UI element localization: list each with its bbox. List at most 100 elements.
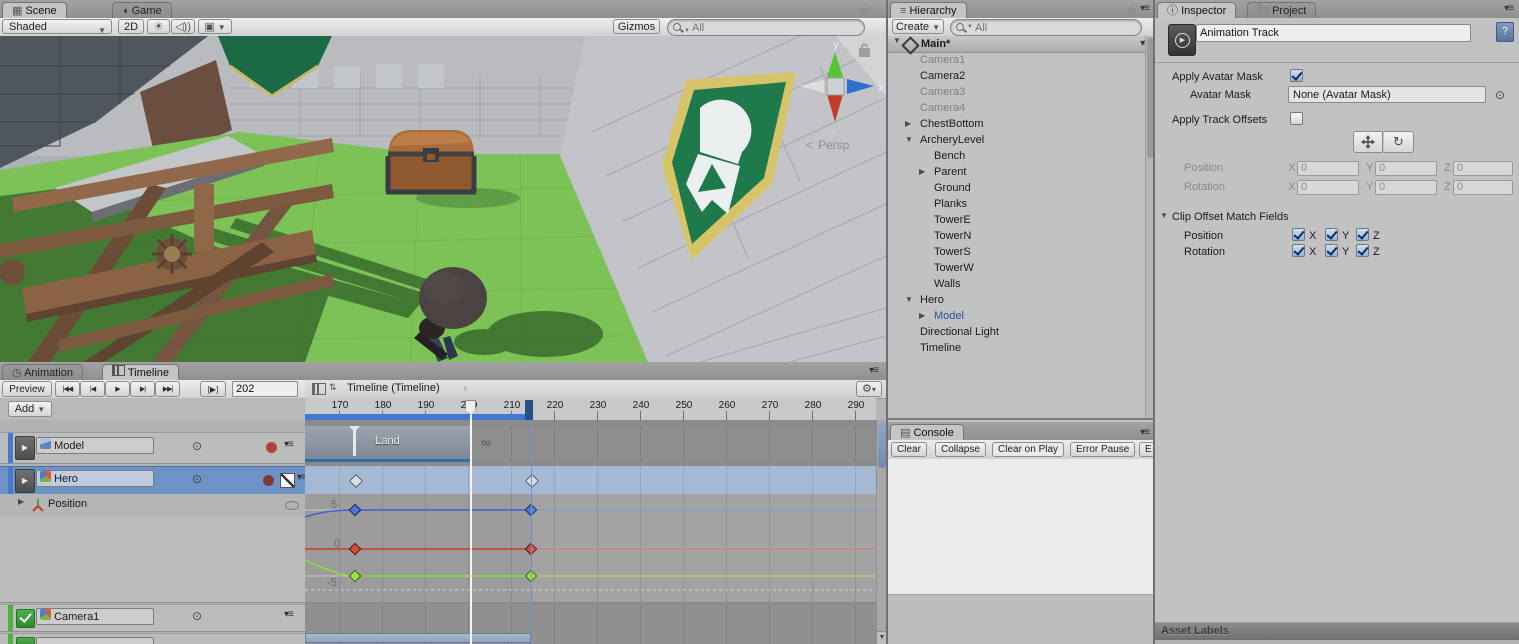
gizmo-persp-label[interactable]: Persp	[818, 138, 850, 152]
tab-hierarchy[interactable]: ≡ Hierarchy	[890, 2, 967, 19]
chest[interactable]	[385, 130, 477, 195]
rotation-z-field[interactable]: 0	[1453, 180, 1513, 195]
track-name-field[interactable]: Model	[36, 437, 154, 454]
ellipsis-icon[interactable]	[285, 501, 299, 510]
tab-scene[interactable]: ▦ Scene	[2, 2, 67, 19]
tab-inspector[interactable]: ⓘ Inspector	[1157, 2, 1237, 19]
hierarchy-item-planks[interactable]: Planks	[888, 196, 1143, 212]
match-position-y-checkbox[interactable]	[1325, 228, 1338, 241]
track-menu-icon[interactable]: ▾≡	[284, 609, 294, 620]
track-camera1[interactable]: Camera1 ⊙ ▾≡	[0, 604, 305, 632]
position-z-field[interactable]: 0	[1453, 161, 1513, 176]
position-x-field[interactable]: 0	[1297, 161, 1359, 176]
scene-search-field[interactable]: ▼	[667, 19, 865, 36]
apply-avatar-mask-checkbox[interactable]	[1290, 69, 1303, 82]
match-rotation-z-checkbox[interactable]	[1356, 244, 1369, 257]
hierarchy-item-walls[interactable]: Walls	[888, 276, 1143, 292]
horizontal-splitter[interactable]	[888, 418, 1155, 420]
keyframe-diamond[interactable]	[524, 473, 540, 489]
track-expand-button[interactable]: ▶	[15, 436, 35, 460]
move-offset-button[interactable]	[1353, 131, 1383, 153]
match-position-z-checkbox[interactable]	[1356, 228, 1369, 241]
playhead-line[interactable]	[470, 412, 472, 644]
hierarchy-item-towern[interactable]: TowerN	[888, 228, 1143, 244]
draw-mode-dropdown[interactable]: Shaded ▼	[2, 19, 112, 35]
track-model[interactable]: ▶ Model ⊙ ▾≡	[0, 432, 305, 464]
asset-labels-bar[interactable]: Asset Labels	[1155, 622, 1519, 642]
tab-game[interactable]: ◖ Game	[112, 2, 172, 19]
create-dropdown[interactable]: Create ▼	[892, 19, 944, 34]
avatar-mask-object-field[interactable]: None (Avatar Mask)	[1288, 86, 1486, 103]
track-partial[interactable]	[0, 633, 305, 644]
hierarchy-item-model[interactable]: ▶ Model	[888, 308, 1143, 324]
hierarchy-item-archerylevel[interactable]: ▼ ArcheryLevel	[888, 132, 1143, 148]
rotation-y-field[interactable]: 0	[1375, 180, 1437, 195]
object-picker-icon[interactable]: ⊙	[1495, 88, 1505, 102]
object-picker-icon[interactable]: ⊙	[192, 609, 202, 623]
foldout-arrow-icon[interactable]: ▼	[893, 36, 901, 45]
hierarchy-item-camera4[interactable]: Camera4	[888, 100, 1143, 116]
hierarchy-item-camera3[interactable]: Camera3	[888, 84, 1143, 100]
curves-toggle-icon[interactable]	[280, 473, 295, 488]
go-to-end-button[interactable]: ▶▶|	[155, 381, 180, 397]
curves-lane[interactable]: 5 0 -5	[304, 494, 876, 602]
record-dot-icon[interactable]	[263, 475, 274, 486]
2d-toggle-button[interactable]: 2D	[118, 19, 144, 34]
expand-arrow-icon[interactable]: ▶	[905, 116, 911, 132]
tab-project[interactable]: Project	[1247, 2, 1317, 19]
track-position[interactable]: ▶ Position	[0, 494, 305, 517]
scene-viewport[interactable]: y z x < Persp	[0, 36, 886, 362]
scrollbar-thumb[interactable]	[878, 422, 886, 468]
object-picker-icon[interactable]: ⊙	[192, 472, 202, 486]
hierarchy-item-chestbottom[interactable]: ▶ ChestBottom	[888, 116, 1143, 132]
collapse-arrow-icon[interactable]: ▼	[905, 292, 913, 308]
lock-icon[interactable]	[860, 8, 869, 15]
expand-arrow-icon[interactable]: ▶	[18, 497, 24, 506]
panel-menu-icon[interactable]: ▾≡	[869, 365, 879, 376]
scene-search-input[interactable]	[668, 20, 864, 35]
breadcrumb[interactable]: Timeline (Timeline)	[347, 382, 440, 394]
match-rotation-y-checkbox[interactable]	[1325, 244, 1338, 257]
track-name-field[interactable]: Camera1	[36, 608, 154, 625]
track-hero[interactable]: ▶ Hero ⊙ ▾≡	[0, 466, 307, 496]
position-y-field[interactable]: 0	[1375, 161, 1437, 176]
match-position-x-checkbox[interactable]	[1292, 228, 1305, 241]
timeline-end-cap[interactable]	[525, 400, 533, 420]
hierarchy-item-parent[interactable]: ▶ Parent	[888, 164, 1143, 180]
hierarchy-item-bench[interactable]: Bench	[888, 148, 1143, 164]
timeline-ruler[interactable]: 170 180 190 200 210 220 230 240 250 260 …	[305, 398, 876, 421]
hierarchy-item-towers[interactable]: TowerS	[888, 244, 1143, 260]
camera1-lane[interactable]	[305, 604, 876, 630]
rotation-x-field[interactable]: 0	[1297, 180, 1359, 195]
track-menu-icon[interactable]: ▾≡	[284, 439, 294, 450]
help-icon[interactable]: ?	[1496, 22, 1514, 42]
apply-track-offsets-checkbox[interactable]	[1290, 112, 1303, 125]
panel-menu-icon[interactable]: ▾≡	[1504, 3, 1514, 14]
track-name-input[interactable]	[1197, 25, 1470, 41]
record-dot-icon[interactable]	[266, 442, 277, 453]
scene-effects-dropdown[interactable]: ▣ ▼	[198, 19, 232, 34]
match-rotation-x-checkbox[interactable]	[1292, 244, 1305, 257]
play-button[interactable]: ▶	[105, 381, 130, 397]
partial-lane[interactable]	[305, 630, 876, 644]
keyframe-diamond[interactable]	[348, 473, 364, 489]
hierarchy-item-directional-light[interactable]: Directional Light	[888, 324, 1143, 340]
play-range-button[interactable]: [▶]	[200, 381, 226, 397]
collapse-arrow-icon[interactable]: ▼	[905, 132, 913, 148]
timeline-settings-button[interactable]: ⚙▾	[856, 381, 882, 397]
rotate-offset-button[interactable]: ↻	[1384, 131, 1414, 153]
hero-lane[interactable]	[305, 466, 876, 494]
selector-arrows-icon[interactable]: ⇅	[329, 382, 337, 393]
object-picker-icon[interactable]: ⊙	[192, 439, 202, 453]
hierarchy-item-towerw[interactable]: TowerW	[888, 260, 1143, 276]
console-clear-button[interactable]: Clear	[891, 442, 927, 457]
foldout-arrow-icon[interactable]: ▼	[1160, 211, 1168, 220]
track-name-field[interactable]: Hero	[36, 470, 154, 487]
next-frame-button[interactable]: ▶|	[130, 381, 155, 397]
curve-keys[interactable]	[348, 503, 538, 583]
console-collapse-button[interactable]: Collapse	[935, 442, 986, 457]
frame-input[interactable]	[233, 382, 297, 396]
vertical-splitter[interactable]	[886, 0, 888, 644]
add-track-dropdown[interactable]: Add ▼	[8, 401, 52, 417]
hierarchy-item-towere[interactable]: TowerE	[888, 212, 1143, 228]
